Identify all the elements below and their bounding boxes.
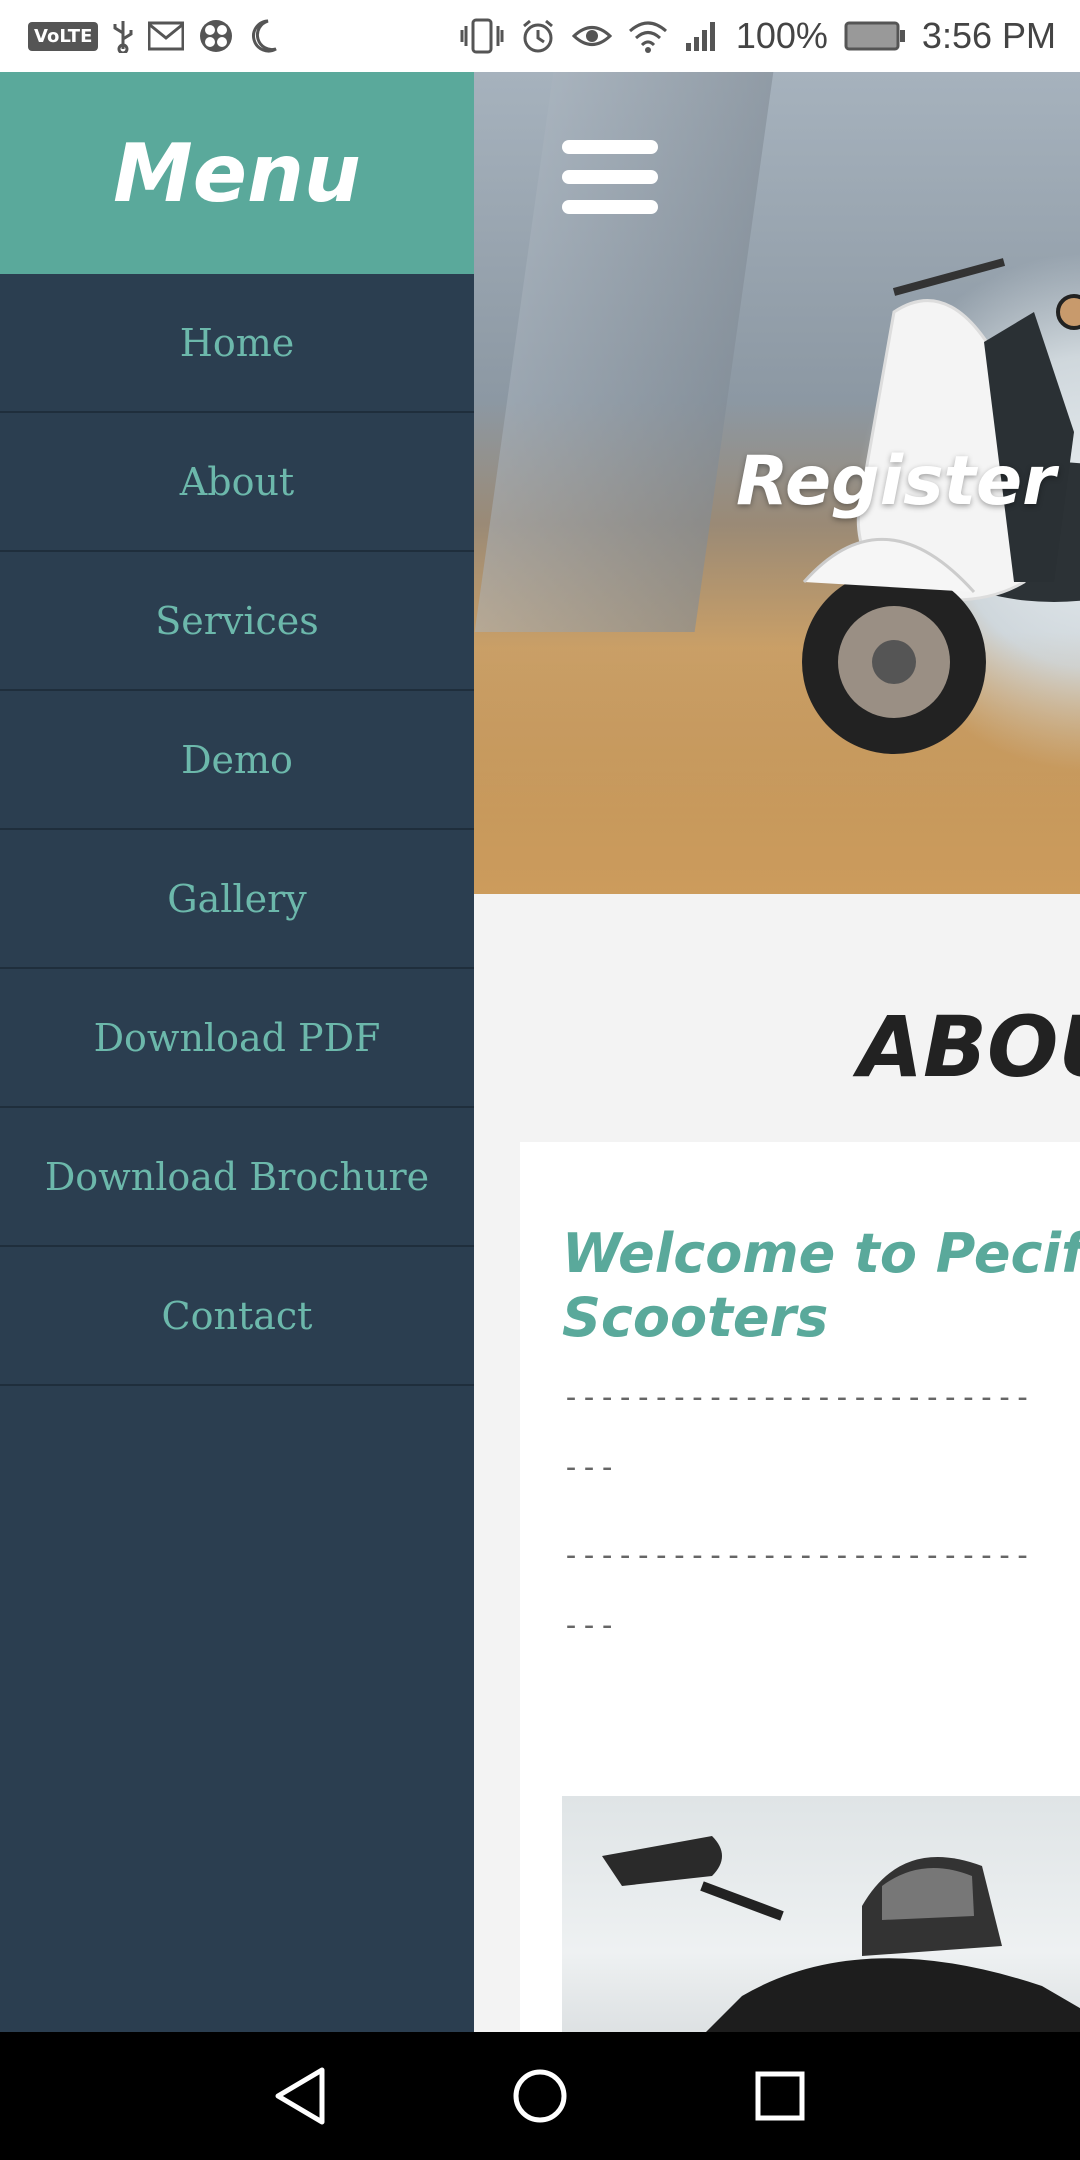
menu-item-label: Contact: [161, 1293, 313, 1338]
moon-icon: [252, 19, 278, 53]
gmail-icon: [148, 21, 185, 51]
navigation-drawer: Menu Home About Services Demo Gallery Do…: [0, 72, 474, 2032]
menu-item-gallery[interactable]: Gallery: [0, 830, 474, 969]
menu-item-download-brochure[interactable]: Download Brochure: [0, 1108, 474, 1247]
menu-item-contact[interactable]: Contact: [0, 1247, 474, 1386]
game-icon: [200, 20, 233, 52]
about-card: Welcome to Pecifi Scooters -------------…: [520, 1142, 1080, 2032]
menu-item-demo[interactable]: Demo: [0, 691, 474, 830]
volte-icon: VoLTE: [28, 21, 99, 51]
welcome-heading: Welcome to Pecifi Scooters: [562, 1222, 1080, 1350]
battery-icon: [844, 21, 905, 51]
wifi-icon: [628, 21, 667, 53]
battery-percent: 100%: [735, 15, 828, 56]
drawer-menu: Home About Services Demo Gallery Downloa…: [0, 274, 474, 1386]
menu-item-label: Services: [155, 598, 319, 643]
hero-banner: Register: [474, 72, 1080, 894]
menu-item-label: Download Brochure: [44, 1154, 430, 1199]
clock-time: 3:56 PM: [921, 15, 1056, 56]
dash-line-3: --------------------------: [562, 1538, 1032, 1573]
menu-item-label: Gallery: [167, 876, 307, 921]
menu-item-label: About: [179, 459, 295, 504]
back-icon[interactable]: [266, 2062, 334, 2130]
about-scooter-image: [562, 1796, 1080, 2032]
about-section: ABOU Welcome to Pecifi Scooters --------…: [474, 894, 1080, 2032]
welcome-line-2: Scooters: [562, 1286, 829, 1349]
status-left: VoLTE: [28, 16, 278, 56]
home-icon[interactable]: [506, 2062, 574, 2130]
vibrate-icon: [460, 18, 504, 54]
dash-line-2: ---: [562, 1450, 617, 1485]
recents-icon[interactable]: [746, 2062, 814, 2130]
dash-line-1: --------------------------: [562, 1380, 1032, 1415]
drawer-header: Menu: [0, 72, 474, 274]
menu-item-label: Home: [179, 320, 295, 365]
menu-item-label: Demo: [181, 737, 293, 782]
section-title: ABOU: [858, 998, 1080, 1096]
menu-item-services[interactable]: Services: [0, 552, 474, 691]
status-right: 100% 3:56 PM: [460, 14, 1056, 58]
signal-icon: [685, 22, 715, 51]
menu-item-about[interactable]: About: [0, 413, 474, 552]
dash-line-4: ---: [562, 1608, 617, 1643]
system-navigation-bar: [0, 2032, 1080, 2160]
drawer-title: Menu: [113, 126, 361, 220]
welcome-line-1: Welcome to Pecifi: [562, 1222, 1080, 1285]
alarm-icon: [522, 19, 553, 53]
usb-icon: [113, 21, 133, 53]
menu-item-label: Download PDF: [93, 1015, 381, 1060]
menu-item-download-pdf[interactable]: Download PDF: [0, 969, 474, 1108]
hero-title: Register: [736, 442, 1056, 521]
status-bar: VoLTE 100% 3:56 PM: [0, 0, 1080, 72]
scooter-photo-icon: [602, 1836, 1080, 2032]
hamburger-menu-button[interactable]: [562, 140, 658, 214]
eye-icon: [571, 26, 612, 46]
menu-item-home[interactable]: Home: [0, 274, 474, 413]
